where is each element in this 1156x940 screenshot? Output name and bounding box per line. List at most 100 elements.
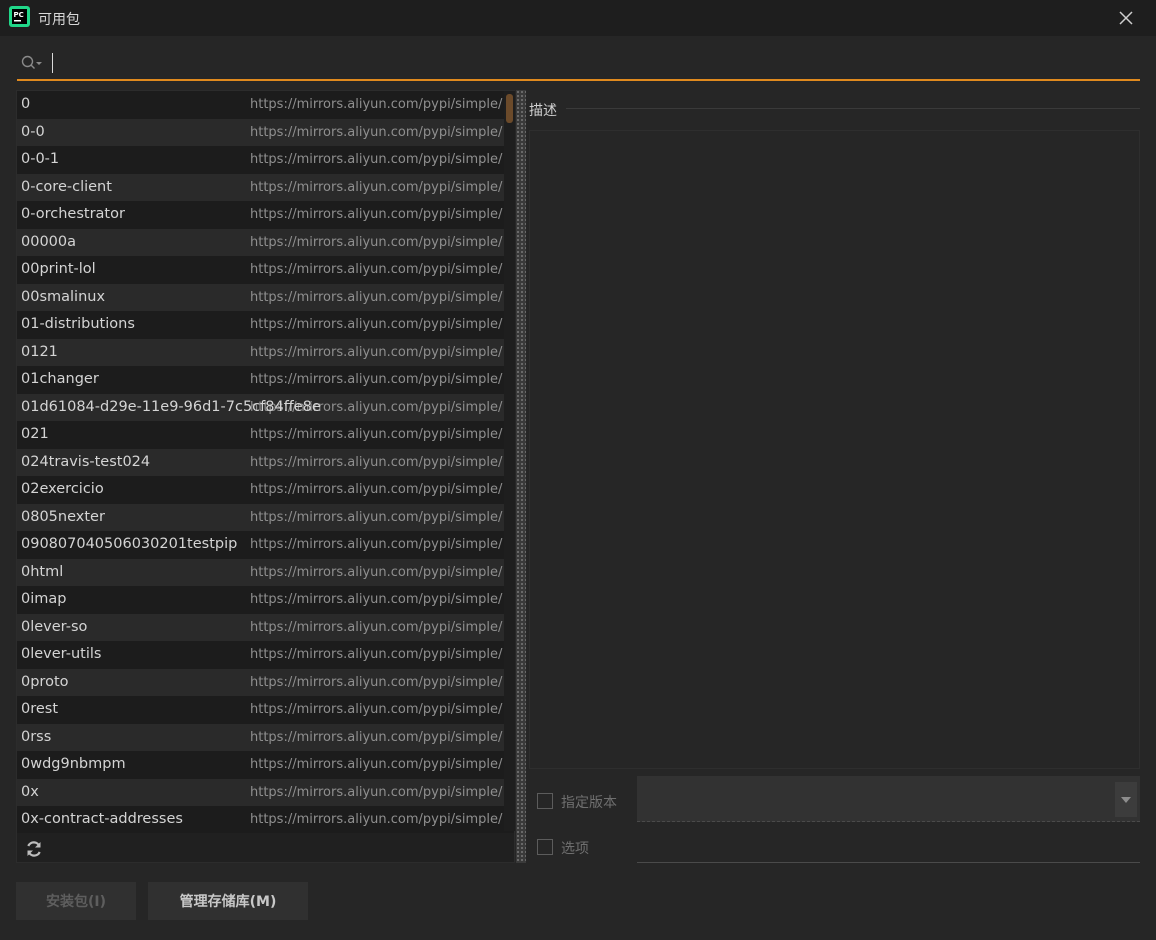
package-row[interactable]: https://mirrors.aliyun.com/pypi/simple/0… [17, 228, 514, 256]
package-name: 00print-lol [21, 261, 96, 277]
package-name: 0html [21, 563, 64, 580]
package-name: 0-orchestrator [21, 206, 125, 222]
panel-splitter[interactable] [516, 90, 526, 863]
package-name: 01d61084-d29e-11e9-96d1-7c5cf84ffe8e [21, 398, 321, 415]
specify-version-label: 指定版本 [561, 795, 617, 811]
package-name: 0imap [21, 591, 67, 607]
package-row[interactable]: https://mirrors.aliyun.com/pypi/simple/0… [17, 173, 514, 201]
package-row[interactable]: https://mirrors.aliyun.com/pypi/simple/0… [17, 448, 514, 476]
package-row[interactable]: https://mirrors.aliyun.com/pypi/simple/0… [17, 393, 514, 421]
package-row[interactable]: https://mirrors.aliyun.com/pypi/simple/0… [17, 806, 514, 834]
package-repo-url: https://mirrors.aliyun.com/pypi/simple/ [250, 757, 503, 772]
package-row[interactable]: https://mirrors.aliyun.com/pypi/simple/0… [17, 641, 514, 669]
package-repo-url: https://mirrors.aliyun.com/pypi/simple/ [250, 372, 503, 387]
package-row[interactable]: https://mirrors.aliyun.com/pypi/simple/0… [17, 118, 514, 146]
package-name: 01changer [21, 371, 99, 387]
dropdown-button[interactable] [1115, 782, 1137, 817]
package-name: 00000a [21, 233, 77, 250]
package-row[interactable]: https://mirrors.aliyun.com/pypi/simple/0… [17, 201, 514, 229]
svg-text:PC: PC [14, 11, 24, 19]
package-name: 0rest [21, 701, 59, 717]
package-repo-url: https://mirrors.aliyun.com/pypi/simple/ [250, 344, 503, 360]
package-repo-url: https://mirrors.aliyun.com/pypi/simple/ [250, 317, 503, 332]
package-name: 024travis-test024 [21, 453, 151, 470]
title-bar: PC 可用包 [0, 0, 1156, 36]
package-name: 0-0-1 [21, 151, 60, 167]
search-bar[interactable] [17, 47, 1140, 81]
close-button[interactable] [1112, 4, 1140, 32]
package-repo-url: https://mirrors.aliyun.com/pypi/simple/ [250, 152, 503, 167]
package-repo-url: https://mirrors.aliyun.com/pypi/simple/ [250, 207, 503, 222]
package-name: 01-distributions [21, 316, 135, 332]
package-repo-url: https://mirrors.aliyun.com/pypi/simple/ [250, 784, 503, 800]
package-row[interactable]: https://mirrors.aliyun.com/pypi/simple/0… [17, 696, 514, 724]
package-name: 0805nexter [21, 508, 105, 525]
package-repo-url: https://mirrors.aliyun.com/pypi/simple/ [250, 619, 503, 635]
package-repo-url: https://mirrors.aliyun.com/pypi/simple/ [250, 647, 503, 662]
package-row[interactable]: https://mirrors.aliyun.com/pypi/simple/0… [17, 558, 514, 586]
package-repo-url: https://mirrors.aliyun.com/pypi/simple/ [250, 592, 503, 607]
package-row[interactable]: https://mirrors.aliyun.com/pypi/simple/0… [17, 283, 514, 311]
search-icon [21, 55, 42, 69]
package-name: 00smalinux [21, 288, 106, 305]
package-row[interactable]: https://mirrors.aliyun.com/pypi/simple/0… [17, 338, 514, 366]
package-repo-url: https://mirrors.aliyun.com/pypi/simple/ [250, 482, 503, 497]
description-divider [566, 108, 1140, 109]
close-icon [1119, 11, 1133, 25]
description-label: 描述 [529, 103, 557, 119]
package-name: 0lever-so [21, 618, 88, 635]
package-row[interactable]: https://mirrors.aliyun.com/pypi/simple/0… [17, 586, 514, 614]
scrollbar-thumb[interactable] [506, 94, 513, 123]
window-title: 可用包 [38, 12, 80, 28]
vertical-scrollbar[interactable] [504, 91, 515, 831]
package-list[interactable]: https://mirrors.aliyun.com/pypi/simple/0… [16, 90, 515, 863]
package-repo-url: https://mirrors.aliyun.com/pypi/simple/ [250, 812, 503, 827]
package-repo-url: https://mirrors.aliyun.com/pypi/simple/ [250, 234, 503, 250]
package-row[interactable]: https://mirrors.aliyun.com/pypi/simple/0… [17, 476, 514, 504]
search-input[interactable] [51, 49, 1135, 79]
package-name: 090807040506030201testpip [21, 536, 238, 552]
package-row[interactable]: https://mirrors.aliyun.com/pypi/simple/0… [17, 256, 514, 284]
package-repo-url: https://mirrors.aliyun.com/pypi/simple/ [250, 729, 503, 745]
package-repo-url: https://mirrors.aliyun.com/pypi/simple/ [250, 289, 503, 305]
options-label: 选项 [561, 841, 589, 857]
package-row[interactable]: https://mirrors.aliyun.com/pypi/simple/0… [17, 668, 514, 696]
package-name: 0-core-client [21, 178, 112, 195]
package-name: 0x-contract-addresses [21, 811, 183, 827]
package-name: 02exercicio [21, 481, 104, 497]
options-input[interactable] [637, 838, 1140, 863]
package-repo-url: https://mirrors.aliyun.com/pypi/simple/ [250, 262, 503, 277]
package-name: 0 [21, 96, 31, 112]
package-row[interactable]: https://mirrors.aliyun.com/pypi/simple/0… [17, 366, 514, 394]
package-row[interactable]: https://mirrors.aliyun.com/pypi/simple/0… [17, 421, 514, 449]
package-repo-url: https://mirrors.aliyun.com/pypi/simple/ [250, 674, 503, 690]
package-row[interactable]: https://mirrors.aliyun.com/pypi/simple/0… [17, 778, 514, 806]
package-row[interactable]: https://mirrors.aliyun.com/pypi/simple/0… [17, 723, 514, 751]
package-name: 0-0 [21, 123, 45, 140]
package-row[interactable]: https://mirrors.aliyun.com/pypi/simple/0… [17, 751, 514, 779]
package-name: 0rss [21, 728, 52, 745]
package-rows: https://mirrors.aliyun.com/pypi/simple/0… [17, 91, 514, 834]
specify-version-checkbox[interactable] [537, 793, 553, 809]
options-checkbox[interactable] [537, 839, 553, 855]
version-dropdown[interactable] [637, 776, 1140, 822]
package-repo-url: https://mirrors.aliyun.com/pypi/simple/ [250, 537, 503, 552]
package-repo-url: https://mirrors.aliyun.com/pypi/simple/ [250, 702, 503, 717]
description-area [529, 130, 1140, 769]
package-row[interactable]: https://mirrors.aliyun.com/pypi/simple/0 [17, 91, 514, 119]
refresh-icon[interactable] [25, 840, 43, 858]
package-row[interactable]: https://mirrors.aliyun.com/pypi/simple/0… [17, 531, 514, 559]
package-repo-url: https://mirrors.aliyun.com/pypi/simple/ [250, 179, 503, 195]
package-name: 0121 [21, 343, 58, 360]
package-row[interactable]: https://mirrors.aliyun.com/pypi/simple/0… [17, 503, 514, 531]
package-name: 0proto [21, 673, 69, 690]
package-row[interactable]: https://mirrors.aliyun.com/pypi/simple/0… [17, 613, 514, 641]
list-toolbar [17, 833, 514, 862]
manage-repositories-button[interactable]: 管理存储库(M) [148, 882, 308, 920]
package-row[interactable]: https://mirrors.aliyun.com/pypi/simple/0… [17, 311, 514, 339]
install-package-button[interactable]: 安装包(I) [16, 882, 136, 920]
package-row[interactable]: https://mirrors.aliyun.com/pypi/simple/0… [17, 146, 514, 174]
chevron-down-icon [1121, 797, 1131, 803]
package-name: 0wdg9nbmpm [21, 756, 126, 772]
package-repo-url: https://mirrors.aliyun.com/pypi/simple/ [250, 509, 503, 525]
